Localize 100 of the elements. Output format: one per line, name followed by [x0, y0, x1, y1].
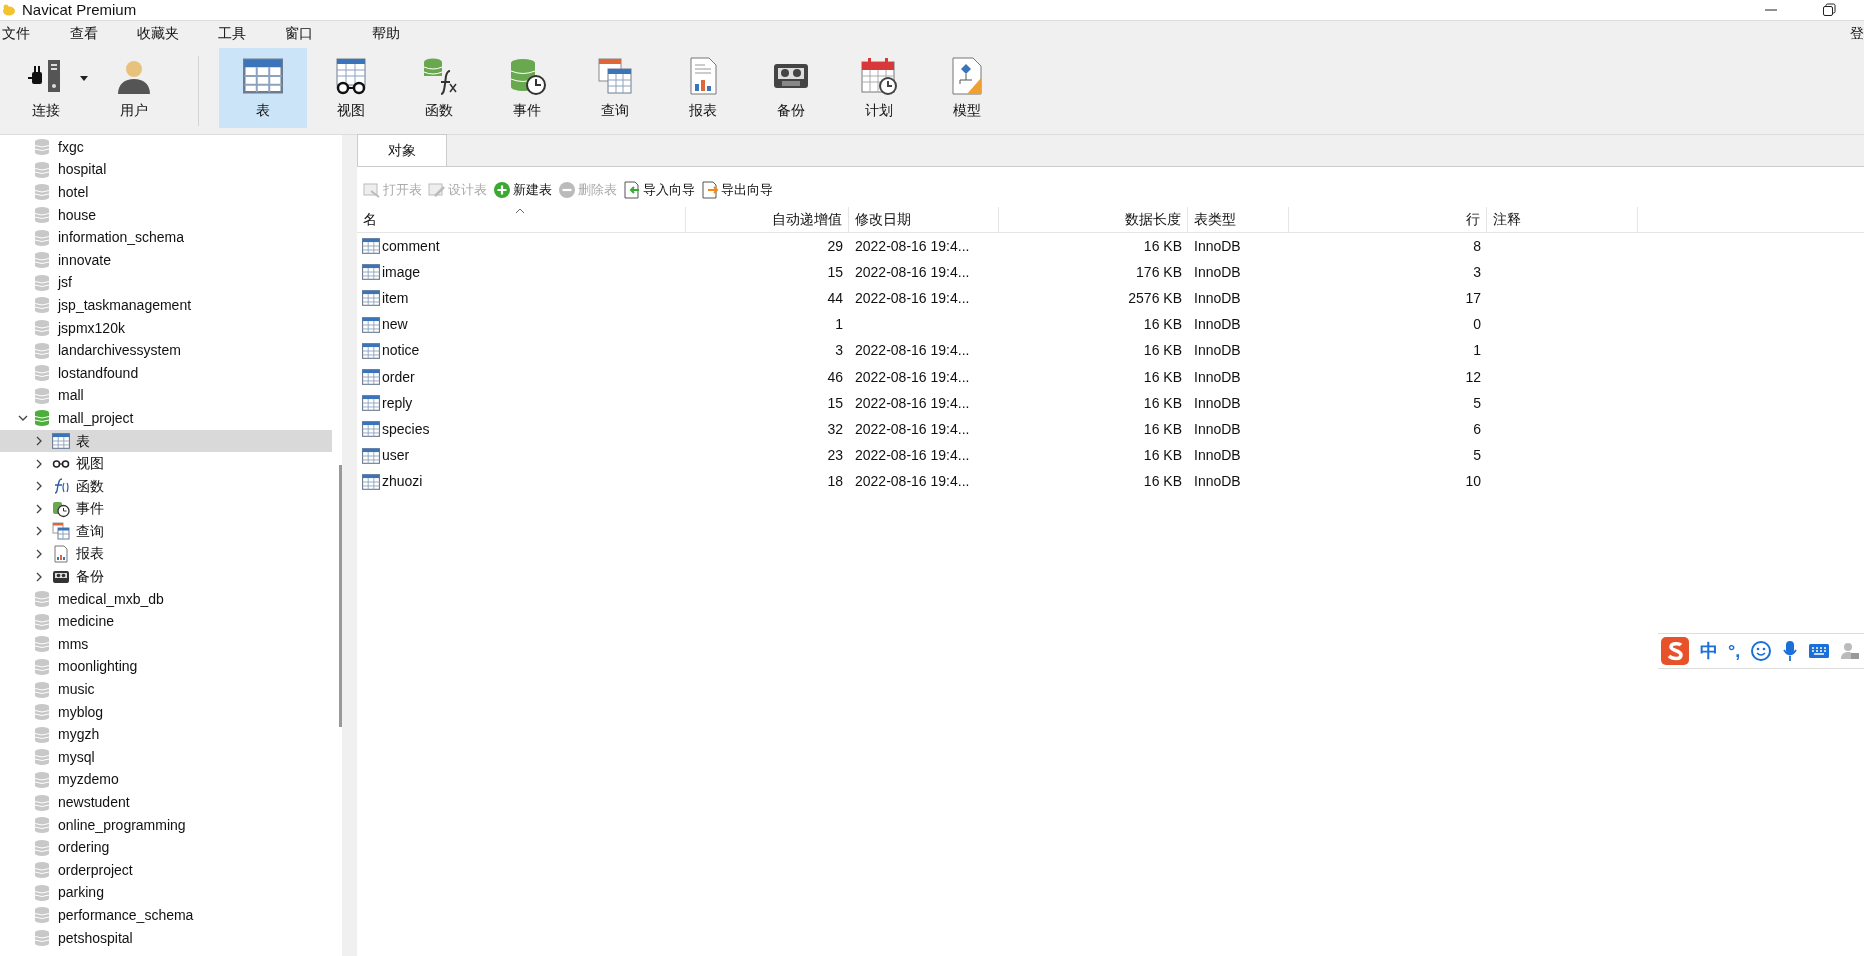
toolbar-button[interactable]: 备份 — [747, 48, 835, 128]
restore-icon[interactable] — [1822, 3, 1836, 17]
database-icon — [34, 319, 50, 338]
database-icon — [34, 906, 50, 925]
database-item[interactable]: jsf — [58, 272, 72, 294]
table-cell-text: item — [382, 288, 409, 308]
table-cell-text: 16 KB — [1143, 446, 1182, 466]
tab[interactable]: 对象 — [357, 134, 447, 166]
tree-item[interactable]: 视图 — [0, 452, 332, 475]
sort-caret-icon[interactable] — [515, 207, 525, 214]
database-item[interactable]: mysql — [58, 746, 95, 768]
stacked-tables-icon — [52, 522, 70, 541]
column-header[interactable]: 行 — [1289, 206, 1487, 233]
column-header[interactable]: 名 — [357, 206, 686, 233]
person-icon[interactable] — [1840, 641, 1861, 661]
database-item[interactable]: mygzh — [58, 724, 100, 746]
toolbar-button[interactable]: 模型 — [923, 48, 1011, 128]
toolbar-action[interactable]: 新建表 — [493, 180, 552, 200]
database-item[interactable]: mall — [58, 385, 84, 407]
menu-item[interactable]: 文件 — [0, 23, 32, 44]
table-cell-text: 12 — [1465, 367, 1481, 387]
table-cell-text: 2022-08-16 19:4... — [855, 367, 970, 387]
database-icon — [34, 748, 50, 767]
database-item[interactable]: fxgc — [58, 136, 84, 158]
database-item[interactable]: medical_mxb_db — [58, 588, 164, 610]
database-item[interactable]: hospital — [58, 159, 107, 181]
toolbar-button[interactable]: 视图 — [307, 48, 395, 128]
caret-icon[interactable] — [80, 76, 88, 82]
tree-item[interactable]: 函数 — [0, 474, 332, 498]
database-item[interactable]: medicine — [58, 611, 115, 633]
database-item[interactable]: landarchivessystem — [58, 340, 181, 362]
toolbar-button[interactable]: 计划 — [835, 48, 923, 128]
scrollbar[interactable] — [339, 465, 342, 727]
toolbar-button[interactable]: 事件 — [483, 48, 571, 128]
ime-mode-toggle[interactable]: 中 — [1700, 637, 1718, 665]
menu-item[interactable]: 查看 — [68, 23, 100, 44]
database-item[interactable]: newstudent — [58, 792, 130, 813]
tree-item[interactable]: 报表 — [0, 542, 332, 566]
toolbar-button[interactable]: 函数 — [395, 48, 483, 128]
database-icon — [34, 409, 50, 428]
database-item[interactable]: innovate — [58, 249, 111, 271]
database-item[interactable]: jsp_taskmanagement — [58, 294, 192, 316]
microphone-icon[interactable] — [1782, 640, 1799, 662]
database-icon — [34, 273, 50, 292]
table-cell-text: 46 — [827, 367, 843, 387]
table-cell-text: 32 — [827, 419, 843, 439]
database-item[interactable]: myblog — [58, 701, 104, 723]
database-item[interactable]: ordering — [58, 837, 110, 859]
column-header[interactable]: 数据长度 — [999, 206, 1188, 233]
database-item[interactable]: orderproject — [58, 859, 133, 881]
table-cell-text: 1 — [835, 315, 843, 335]
database-item[interactable]: mms — [58, 633, 89, 655]
menu-item[interactable]: 窗口 — [283, 23, 315, 44]
table-cell-text: 2022-08-16 19:4... — [855, 236, 970, 256]
toolbar-button[interactable]: 报表 — [659, 48, 747, 128]
table-cell-text: zhuozi — [382, 472, 423, 492]
database-item[interactable]: performance_schema — [58, 905, 194, 926]
database-item[interactable]: parking — [58, 882, 104, 904]
toolbar-button[interactable]: 用户 — [90, 48, 178, 128]
menu-item[interactable]: 帮助 — [370, 23, 402, 44]
open-table-icon — [363, 181, 381, 199]
toolbar-button[interactable]: 查询 — [571, 48, 659, 128]
database-item[interactable]: moonlighting — [58, 656, 138, 678]
database-item[interactable]: hotel — [58, 182, 89, 203]
tree-item[interactable]: 查询 — [0, 520, 332, 543]
column-header[interactable]: 注释 — [1487, 206, 1638, 233]
tree-item[interactable]: 表 — [0, 429, 332, 453]
column-header[interactable]: 表类型 — [1188, 206, 1289, 233]
database-item[interactable]: petshospital — [58, 927, 133, 949]
login-button[interactable]: 登 — [1850, 23, 1864, 44]
database-item[interactable]: jspmx120k — [58, 317, 125, 339]
database-item[interactable]: online_programming — [58, 814, 186, 836]
table-cell-text: 23 — [827, 446, 843, 466]
database-icon — [34, 341, 50, 360]
table-cell-text: 16 KB — [1143, 236, 1182, 256]
toolbar-button[interactable]: 表 — [219, 48, 307, 128]
database-item[interactable]: house — [58, 204, 97, 226]
menu-item[interactable]: 工具 — [216, 23, 248, 44]
database-icon — [34, 861, 50, 880]
logo-icon[interactable] — [1660, 636, 1690, 666]
table-cell-text: image — [382, 262, 421, 282]
keyboard-icon[interactable] — [1808, 643, 1831, 659]
database-item[interactable]: myzdemo — [58, 769, 119, 791]
database-item[interactable]: lostandfound — [58, 362, 139, 384]
tree-item[interactable]: 备份 — [0, 565, 332, 588]
ime-mode-toggle[interactable]: °, — [1728, 637, 1741, 665]
database-item[interactable]: information_schema — [58, 227, 185, 249]
database-item[interactable]: music — [58, 679, 95, 701]
table-cell-text: InnoDB — [1194, 367, 1241, 387]
tree-item[interactable]: 事件 — [0, 497, 332, 521]
table-cell-text: 2022-08-16 19:4... — [855, 262, 970, 282]
toolbar-button[interactable]: 连接 — [2, 48, 90, 128]
menu-item[interactable]: 收藏夹 — [135, 23, 181, 44]
column-header[interactable]: 修改日期 — [849, 206, 999, 233]
table-cell-text: 176 KB — [1136, 262, 1182, 282]
toolbar-action[interactable]: 导入向导 — [623, 180, 695, 200]
toolbar-action[interactable]: 导出向导 — [701, 180, 773, 200]
smiley-icon[interactable] — [1750, 640, 1773, 662]
column-header[interactable]: 自动递增值 — [686, 206, 849, 233]
database-item[interactable]: mall_project — [58, 407, 134, 429]
